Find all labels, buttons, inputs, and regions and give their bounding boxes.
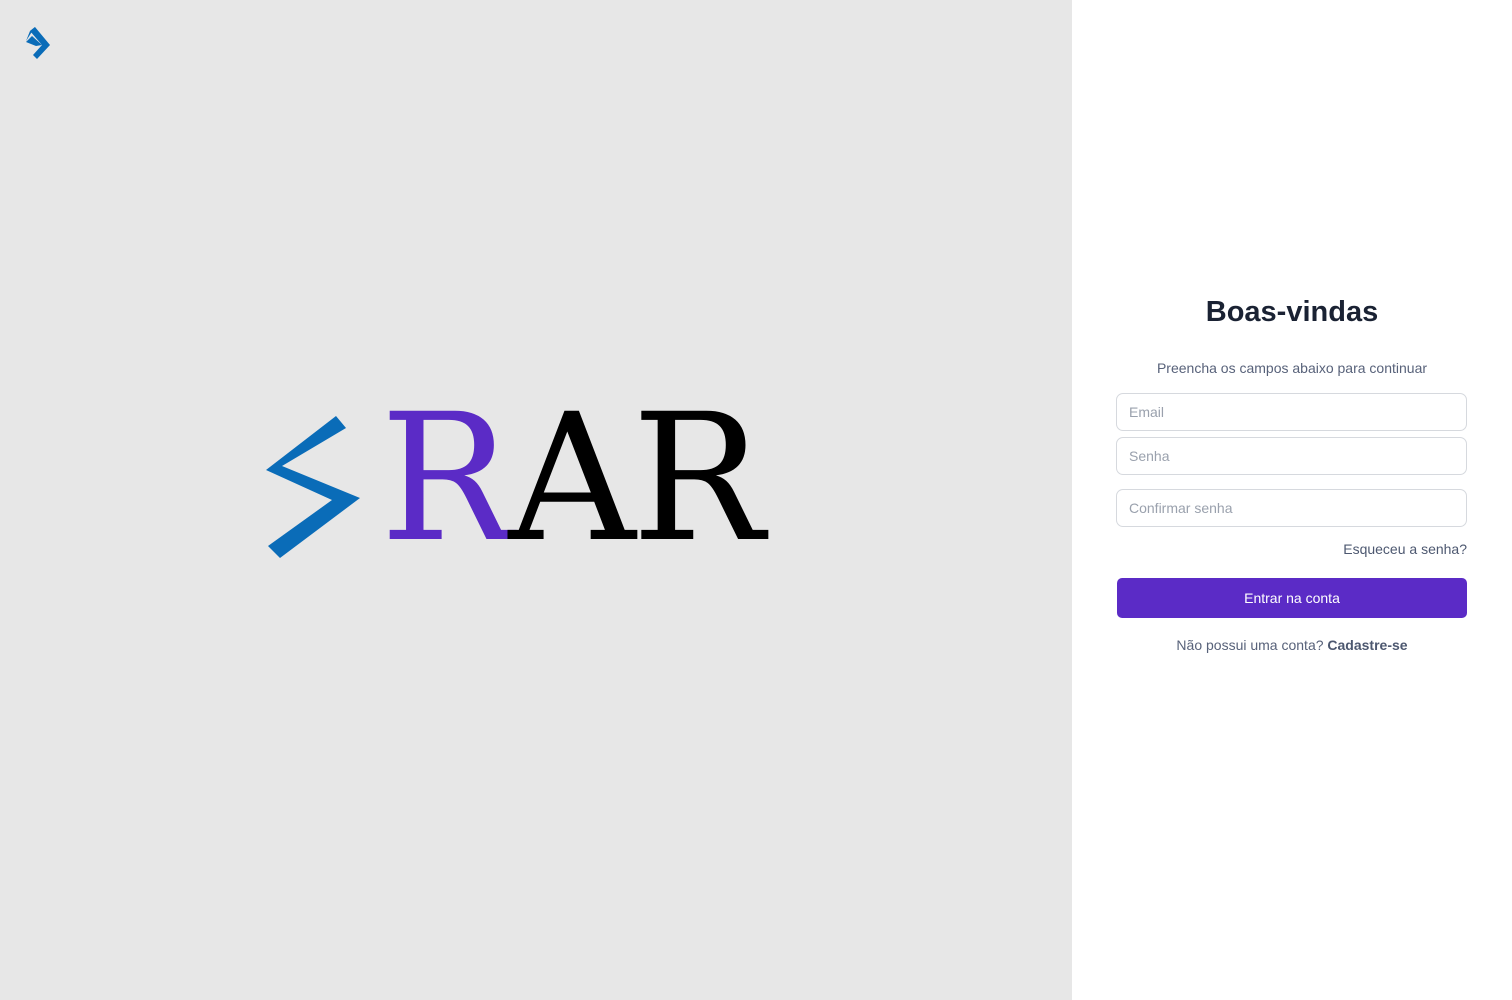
password-field[interactable] xyxy=(1116,437,1467,475)
page-subtitle: Preencha os campos abaixo para continuar xyxy=(1156,360,1428,376)
signup-row: Não possui uma conta? Cadastre-se xyxy=(1072,637,1512,653)
forgot-password-link[interactable]: Esqueceu a senha? xyxy=(1343,541,1467,557)
confirm-password-field[interactable] xyxy=(1116,489,1467,527)
brand-panel: RAR xyxy=(0,0,1072,1000)
wordmark: RAR xyxy=(380,384,764,574)
hero-logo: RAR xyxy=(262,384,862,574)
login-panel: Boas-vindas Preencha os campos abaixo pa… xyxy=(1072,0,1512,1000)
page-title: Boas-vindas xyxy=(1205,296,1379,328)
signup-link[interactable]: Cadastre-se xyxy=(1327,637,1407,653)
email-field[interactable] xyxy=(1116,393,1467,431)
lightning-bolt-icon xyxy=(266,416,360,558)
signup-prompt: Não possui uma conta? xyxy=(1176,637,1324,653)
login-button[interactable]: Entrar na conta xyxy=(1117,578,1467,618)
wordmark-rest: AR xyxy=(508,376,765,581)
lightning-bolt-icon[interactable] xyxy=(26,27,50,59)
wordmark-first-letter: R xyxy=(380,376,513,581)
